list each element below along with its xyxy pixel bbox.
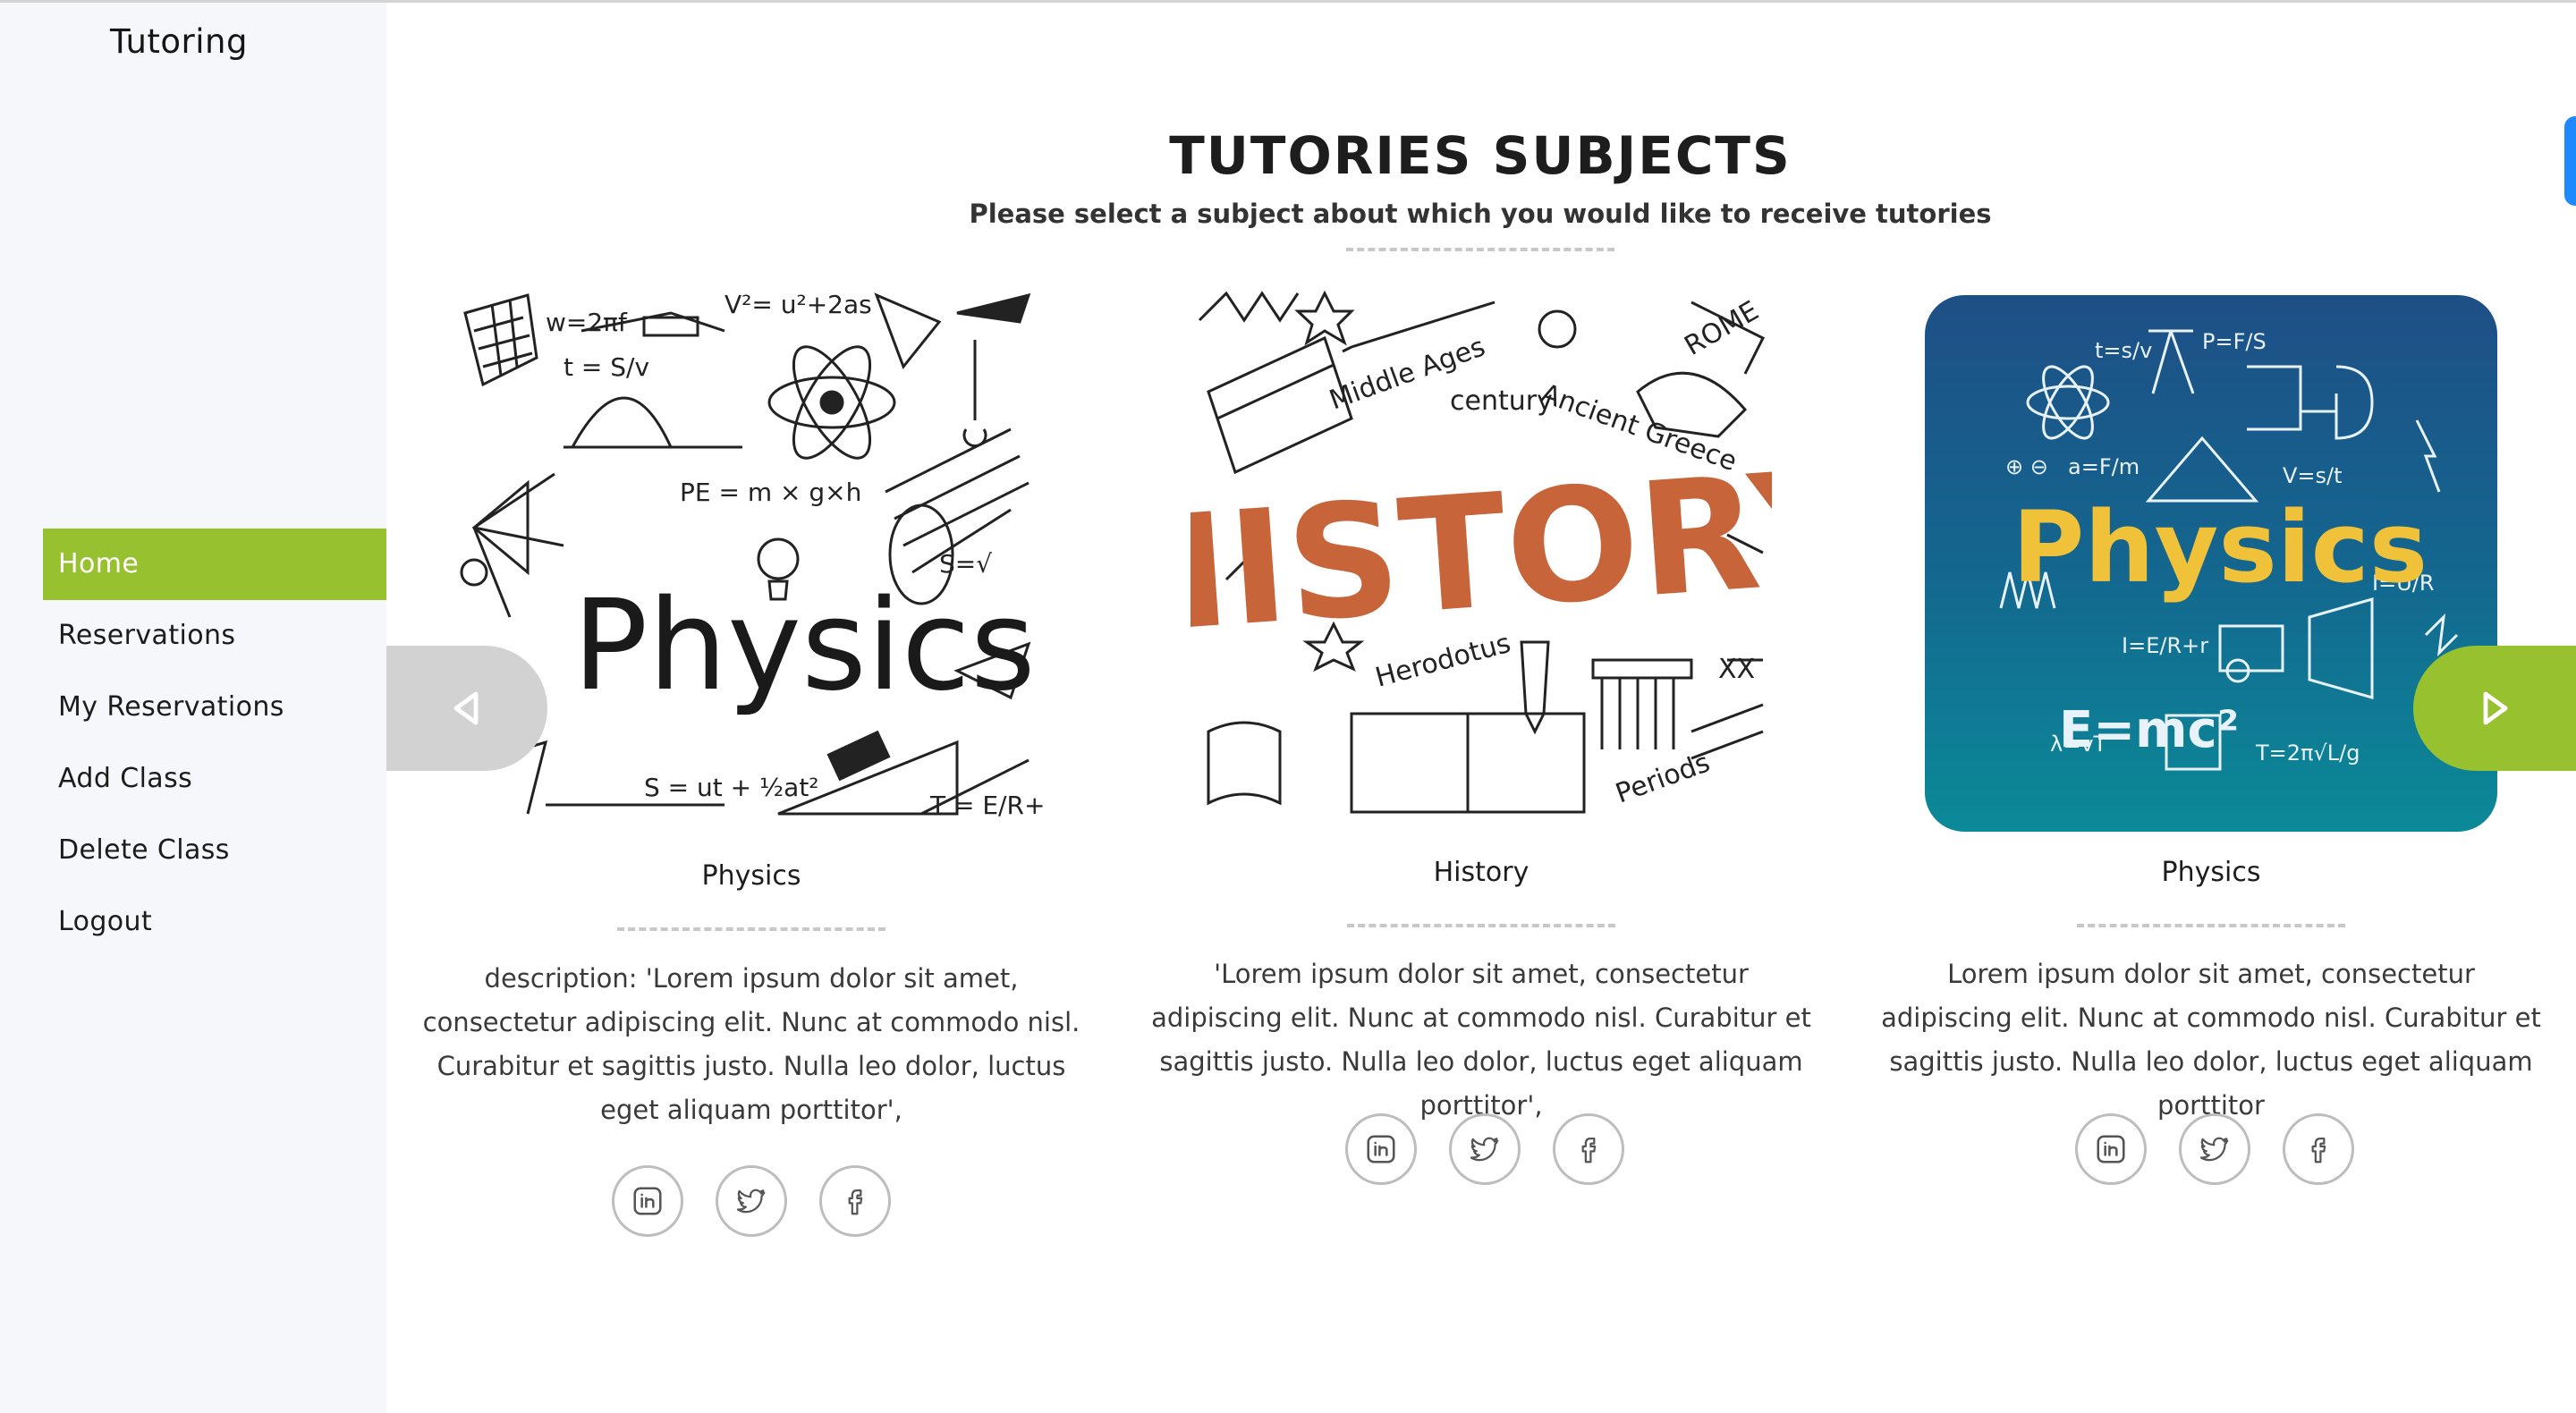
card-title: Physics (701, 860, 801, 892)
svg-text:XX: XX (1718, 654, 1755, 685)
svg-text:PE = m × g×h: PE = m × g×h (680, 478, 861, 507)
facebook-button[interactable] (1553, 1113, 1624, 1185)
top-border (0, 0, 2576, 3)
sidebar-item-my-reservations[interactable]: My Reservations (43, 672, 386, 743)
svg-text:T=2π√L/g: T=2π√L/g (2255, 740, 2360, 766)
twitter-button[interactable] (2179, 1113, 2250, 1185)
linkedin-icon (633, 1187, 662, 1215)
facebook-icon (1581, 1138, 1597, 1163)
twitter-button[interactable] (1449, 1113, 1521, 1185)
physics-sketch-image[interactable]: w=2πf t = S/v V²= u²+2as PE = m × g×h S=… (456, 277, 1046, 832)
physics-blue-art: t=s/v P=F/S ⊕ ⊖ a=F/m V=s/t I=U/R I=E/R+… (1999, 329, 2459, 771)
svg-text:⊕ ⊖: ⊕ ⊖ (2005, 454, 2048, 479)
social-links (612, 1165, 891, 1237)
title-divider (1346, 248, 1614, 251)
facebook-icon (2311, 1138, 2326, 1163)
twitter-icon (2199, 1137, 2229, 1162)
svg-text:t=s/v: t=s/v (2095, 338, 2152, 363)
social-links (2075, 1113, 2354, 1185)
svg-text:T = E/R+r: T = E/R+r (929, 791, 1046, 820)
svg-text:a=F/m: a=F/m (2068, 454, 2140, 479)
svg-text:t = S/v: t = S/v (564, 352, 649, 382)
sidebar-nav: Home Reservations My Reservations Add Cl… (43, 529, 386, 958)
facebook-icon (848, 1189, 863, 1215)
page-title: TUTORIES SUBJECTS (1169, 125, 1792, 186)
page-subtitle: Please select a subject about which you … (969, 199, 1992, 229)
history-doodle-art: Middle Ages century Ancient Greece ROME … (1191, 290, 1772, 814)
sidebar-item-logout[interactable]: Logout (43, 886, 386, 958)
triangle-left-icon (453, 691, 479, 725)
card-description: Lorem ipsum dolor sit amet, consectetur … (1881, 959, 2541, 1121)
card-description: description: 'Lorem ipsum dolor sit amet… (422, 963, 1080, 1125)
twitter-button[interactable] (716, 1165, 787, 1237)
card-description: 'Lorem ipsum dolor sit amet, consectetur… (1151, 959, 1811, 1121)
svg-text:P=F/S: P=F/S (2202, 329, 2267, 354)
sidebar-item-add-class[interactable]: Add Class (43, 743, 386, 815)
history-image[interactable]: Middle Ages century Ancient Greece ROME … (1191, 284, 1772, 832)
svg-text:Periods: Periods (1612, 747, 1715, 809)
sidebar: Tutoring Home Reservations My Reservatio… (0, 3, 386, 1413)
svg-text:E=mc²: E=mc² (2059, 701, 2239, 759)
triangle-right-icon (2483, 691, 2508, 725)
physics-doodle-art: w=2πf t = S/v V²= u²+2as PE = m × g×h S=… (460, 290, 1046, 820)
card-divider (2077, 924, 2345, 927)
linkedin-button[interactable] (2075, 1113, 2147, 1185)
carousel-next-button[interactable] (2413, 646, 2576, 771)
card-title: Physics (2161, 857, 2261, 888)
svg-text:S = ut + ½at²: S = ut + ½at² (644, 773, 819, 802)
social-links (1345, 1113, 1624, 1185)
svg-text:century: century (1450, 385, 1553, 417)
history-image-text: HISTORY (1191, 436, 1772, 670)
svg-text:V²= u²+2as: V²= u²+2as (724, 290, 872, 319)
physics-blue-image[interactable]: t=s/v P=F/S ⊕ ⊖ a=F/m V=s/t I=U/R I=E/R+… (1925, 295, 2497, 832)
sidebar-item-home[interactable]: Home (43, 529, 386, 600)
facebook-button[interactable] (2283, 1113, 2354, 1185)
card-divider (617, 927, 886, 931)
carousel-prev-button[interactable] (386, 646, 547, 771)
svg-text:V=s/t: V=s/t (2283, 463, 2343, 488)
physics-blue-image-text: Physics (2012, 490, 2428, 605)
physics-image-text: Physics (572, 573, 1036, 719)
card-divider (1347, 924, 1615, 927)
linkedin-icon (2097, 1135, 2125, 1163)
linkedin-icon (1367, 1135, 1395, 1163)
facebook-button[interactable] (819, 1165, 891, 1237)
card-title: History (1433, 857, 1530, 888)
svg-text:I=E/R+r: I=E/R+r (2122, 633, 2208, 658)
twitter-icon (1470, 1137, 1499, 1162)
sidebar-item-reservations[interactable]: Reservations (43, 600, 386, 672)
sidebar-item-delete-class[interactable]: Delete Class (43, 815, 386, 886)
svg-text:w=2πf: w=2πf (546, 308, 628, 337)
edge-tab[interactable] (2564, 116, 2576, 206)
linkedin-button[interactable] (612, 1165, 683, 1237)
twitter-icon (736, 1189, 766, 1214)
linkedin-button[interactable] (1345, 1113, 1417, 1185)
svg-text:ROME: ROME (1680, 295, 1765, 362)
brand-title: Tutoring (109, 22, 248, 61)
